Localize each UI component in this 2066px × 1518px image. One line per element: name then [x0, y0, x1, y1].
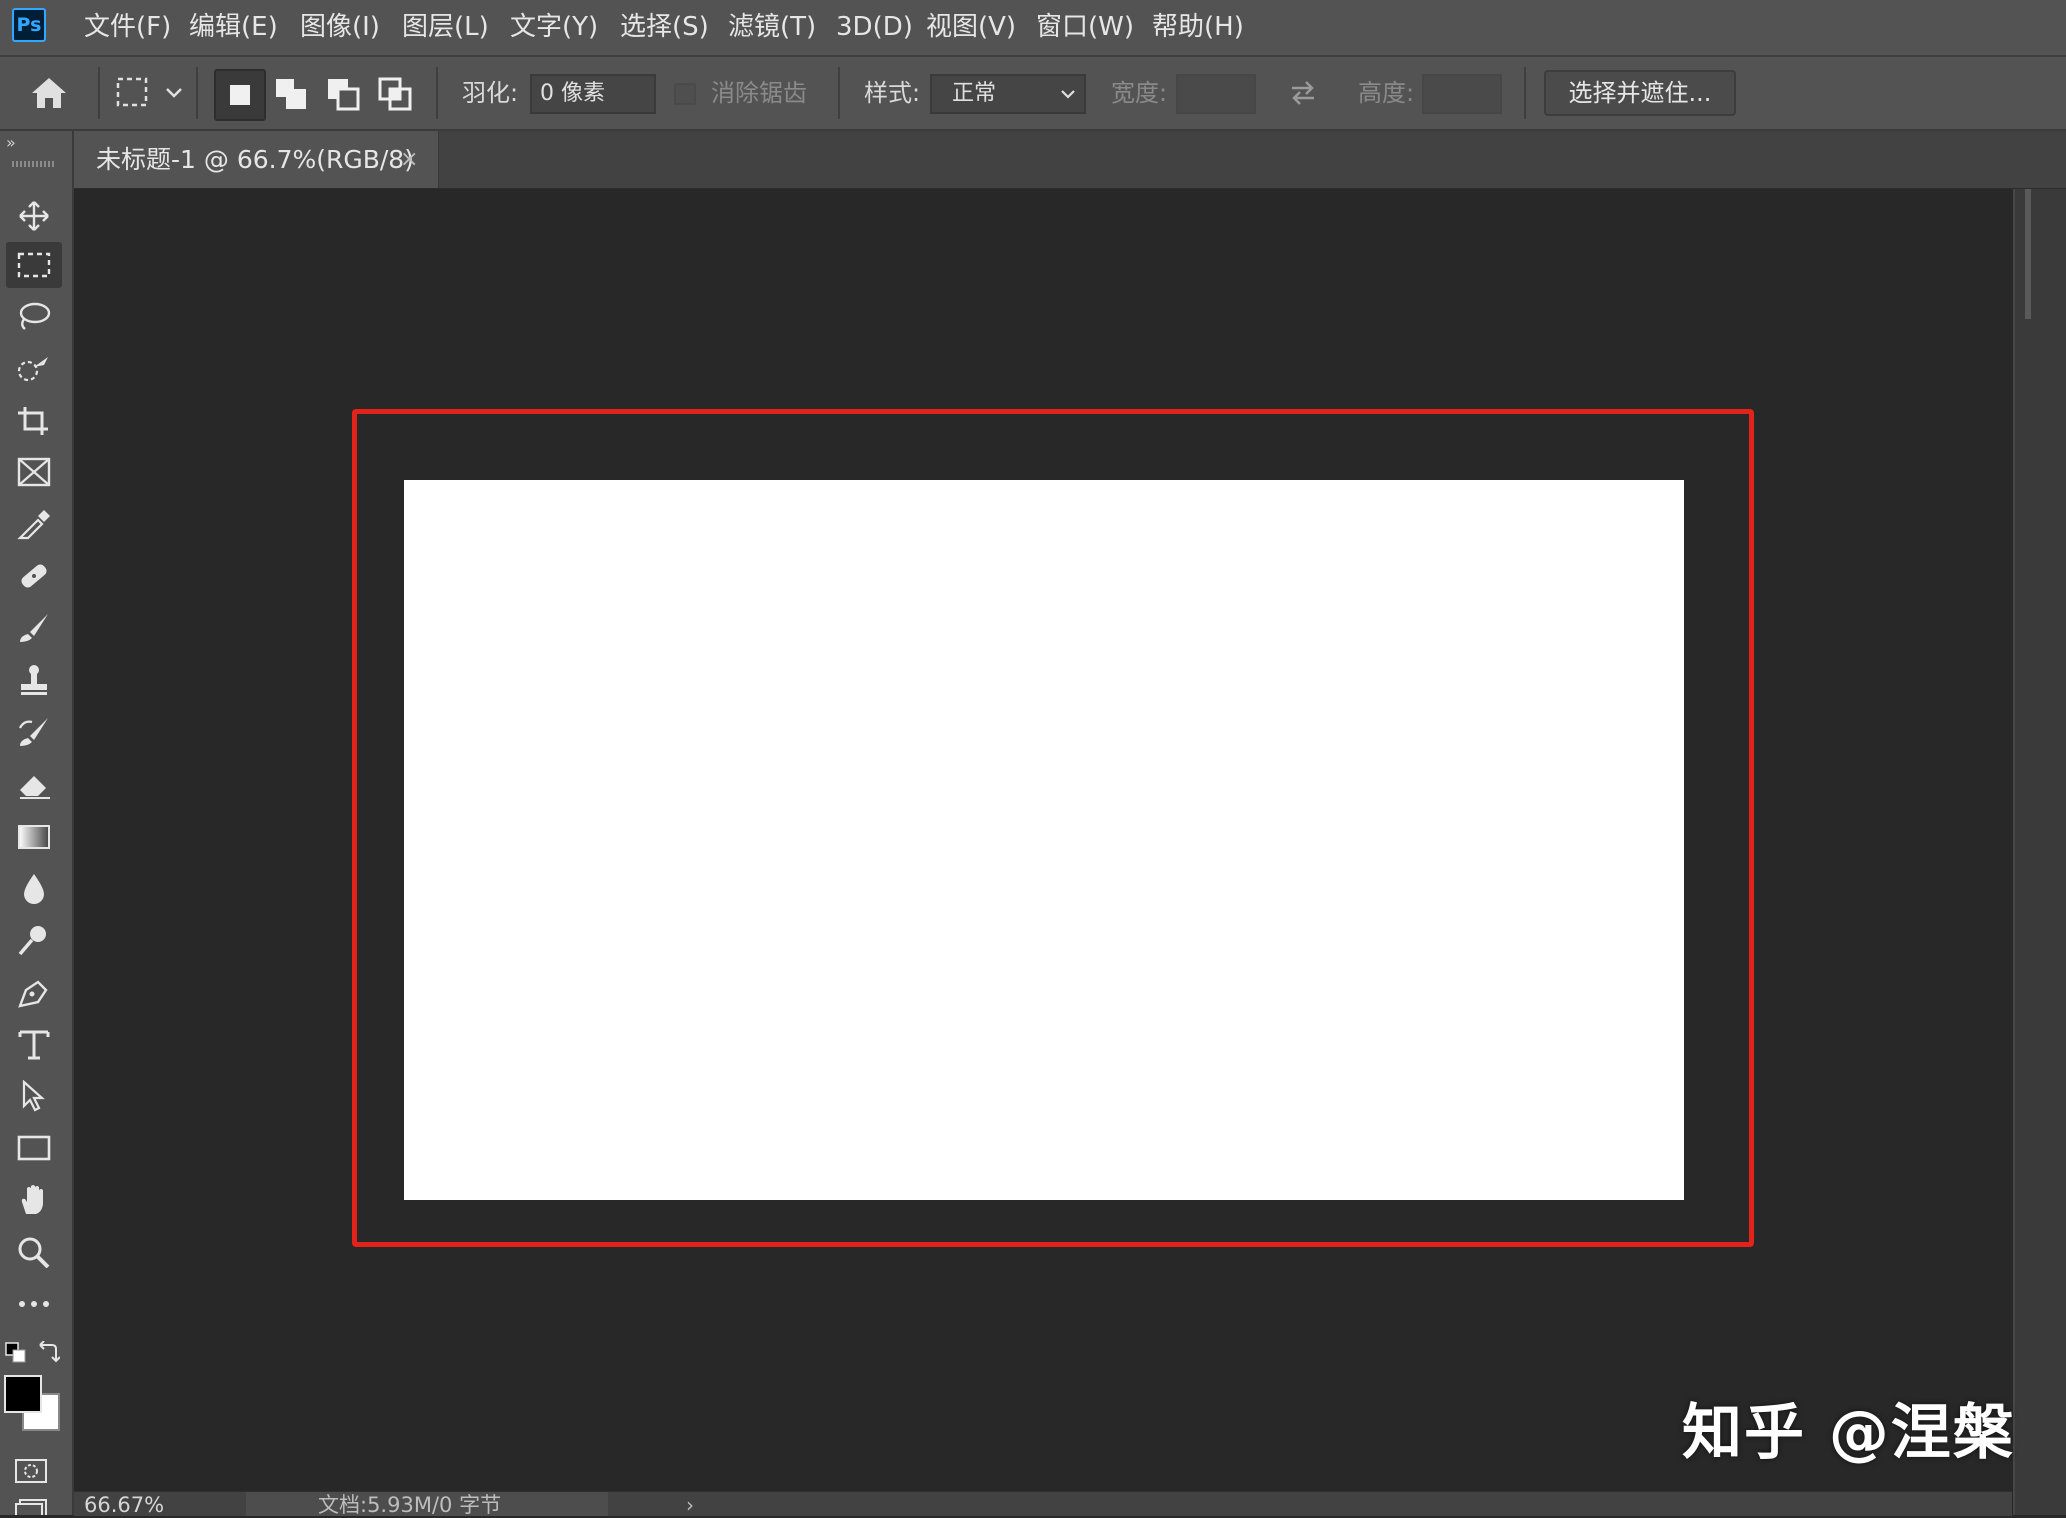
type-tool-icon[interactable]: [6, 1021, 62, 1067]
quick-mask-icon[interactable]: [14, 1457, 50, 1485]
menu-edit[interactable]: 编辑(E): [189, 0, 278, 55]
subtract-from-selection-icon[interactable]: [318, 69, 370, 121]
home-icon[interactable]: [28, 73, 70, 113]
crop-tool-icon[interactable]: [6, 398, 62, 444]
menu-filter[interactable]: 滤镜(T): [728, 0, 816, 55]
rect-marquee-preset-icon[interactable]: [114, 75, 154, 111]
style-select[interactable]: 正常: [930, 74, 1086, 114]
menu-3d[interactable]: 3D(D): [836, 0, 913, 55]
collapse-panel-icon[interactable]: »: [6, 133, 16, 152]
rectangle-tool-icon[interactable]: [6, 1125, 62, 1171]
menu-layer[interactable]: 图层(L): [402, 0, 489, 55]
feather-label: 羽化:: [462, 79, 519, 107]
close-icon[interactable]: ×: [400, 131, 418, 188]
style-label: 样式:: [864, 79, 921, 107]
lasso-tool-icon[interactable]: [6, 294, 62, 340]
frame-tool-icon[interactable]: [6, 449, 62, 495]
watermark: 知乎 @涅槃: [1682, 1398, 2015, 1468]
healing-brush-tool-icon[interactable]: [6, 553, 62, 599]
gradient-tool-icon[interactable]: [6, 813, 62, 859]
menu-bar: Ps 文件(F) 编辑(E) 图像(I) 图层(L) 文字(Y) 选择(S) 滤…: [0, 0, 2066, 57]
document-tab-strip: 未标题-1 @ 66.7%(RGB/8) ×: [74, 131, 2066, 189]
annotation-highlight-box: [352, 409, 1754, 1247]
swap-colors-icon[interactable]: [36, 1340, 61, 1365]
menu-file[interactable]: 文件(F): [84, 0, 171, 55]
add-to-selection-icon[interactable]: [266, 69, 318, 121]
feather-input[interactable]: 0 像素: [530, 74, 656, 114]
width-label: 宽度:: [1111, 79, 1168, 107]
dodge-tool-icon[interactable]: [6, 917, 62, 963]
menu-type[interactable]: 文字(Y): [510, 0, 598, 55]
quick-selection-tool-icon[interactable]: [6, 346, 62, 392]
intersect-selection-icon[interactable]: [370, 69, 422, 121]
more-tools-icon[interactable]: [6, 1281, 62, 1327]
tools-panel: »: [0, 131, 74, 1515]
screen-mode-icon[interactable]: [14, 1497, 50, 1515]
move-tool-icon[interactable]: [6, 193, 62, 239]
swap-width-height-icon[interactable]: [1288, 77, 1318, 109]
height-input[interactable]: [1422, 74, 1502, 114]
blur-tool-icon[interactable]: [6, 865, 62, 911]
rect-marquee-tool-icon[interactable]: [6, 242, 62, 288]
eraser-tool-icon[interactable]: [6, 761, 62, 807]
document-tab[interactable]: 未标题-1 @ 66.7%(RGB/8) ×: [74, 131, 439, 188]
select-and-mask-button[interactable]: 选择并遮住...: [1544, 70, 1736, 116]
style-select-value: 正常: [952, 81, 997, 106]
antialias-checkbox[interactable]: [674, 83, 696, 105]
document-info-field[interactable]: 文档:5.93M/0 字节 ›: [246, 1492, 694, 1517]
status-bar: 66.67% 文档:5.93M/0 字节 ›: [74, 1491, 2012, 1517]
new-selection-icon[interactable]: [214, 69, 266, 121]
menu-help[interactable]: 帮助(H): [1152, 0, 1244, 55]
history-brush-tool-icon[interactable]: [6, 709, 62, 755]
document-tab-title: 未标题-1 @ 66.7%(RGB/8): [96, 145, 414, 174]
menu-select[interactable]: 选择(S): [620, 0, 709, 55]
default-colors-icon[interactable]: [4, 1341, 28, 1365]
hand-tool-icon[interactable]: [6, 1177, 62, 1223]
path-selection-tool-icon[interactable]: [6, 1073, 62, 1119]
foreground-color-swatch[interactable]: [4, 1375, 42, 1413]
chevron-right-icon[interactable]: ›: [686, 1492, 694, 1518]
chevron-down-icon: [1061, 90, 1075, 99]
pen-tool-icon[interactable]: [6, 969, 62, 1015]
zoom-tool-icon[interactable]: [6, 1229, 62, 1275]
menu-image[interactable]: 图像(I): [300, 0, 380, 55]
right-panel-edge: [2013, 189, 2066, 1515]
menu-view[interactable]: 视图(V): [926, 0, 1016, 55]
zoom-level-field[interactable]: 66.67%: [84, 1492, 164, 1517]
height-label: 高度:: [1358, 79, 1415, 107]
brush-tool-icon[interactable]: [6, 605, 62, 651]
antialias-label: 消除锯齿: [711, 79, 807, 107]
options-bar: 羽化: 0 像素 消除锯齿 样式: 正常 宽度: 高度: 选择并遮住...: [0, 57, 2066, 131]
chevron-down-icon[interactable]: [164, 85, 184, 101]
width-input[interactable]: [1176, 74, 1256, 114]
scrollbar[interactable]: [2025, 189, 2031, 319]
document-info-text: 文档:5.93M/0 字节: [318, 1493, 502, 1517]
menu-window[interactable]: 窗口(W): [1036, 0, 1134, 55]
eyedropper-tool-icon[interactable]: [6, 501, 62, 547]
clone-stamp-tool-icon[interactable]: [6, 657, 62, 703]
photoshop-logo-icon: Ps: [12, 8, 46, 42]
panel-grip[interactable]: [12, 161, 56, 167]
